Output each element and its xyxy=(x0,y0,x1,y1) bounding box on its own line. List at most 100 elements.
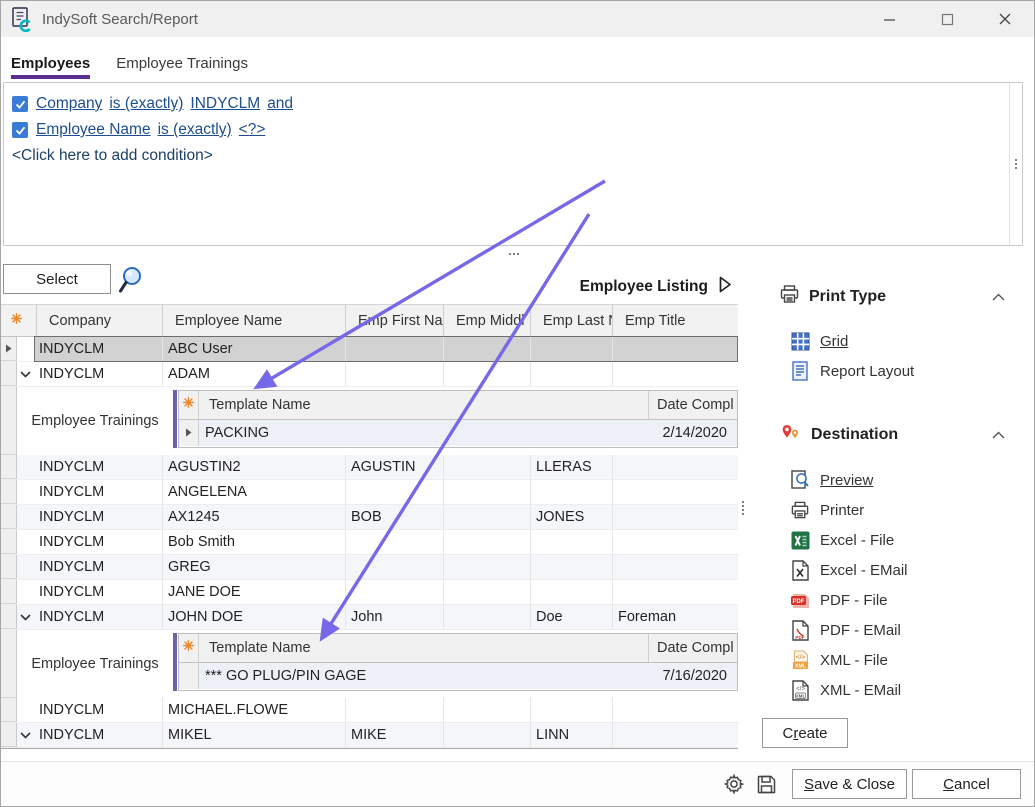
pdf-file-icon: PDF xyxy=(790,591,810,609)
search-icon[interactable] xyxy=(117,265,144,299)
destination-xml-file[interactable]: </>XMLXML - File xyxy=(790,645,1020,675)
column-header-template-name[interactable]: Template Name xyxy=(199,634,649,662)
minimize-button[interactable] xyxy=(860,1,918,37)
create-button[interactable]: Create xyxy=(762,718,848,748)
column-header-date-completed[interactable]: Date Compl xyxy=(649,391,737,419)
cell-title xyxy=(613,480,738,504)
table-row-bob-smith[interactable]: INDYCLMBob Smith xyxy=(1,530,738,555)
cell-first: John xyxy=(346,605,444,629)
cell-name: ABC User xyxy=(163,337,346,361)
destination-printer[interactable]: Printer xyxy=(790,495,1020,525)
collapse-row-icon[interactable] xyxy=(17,605,34,629)
print-type-grid[interactable]: Grid xyxy=(790,326,1020,356)
tab-employees[interactable]: Employees xyxy=(11,51,90,77)
condition-panel-menu[interactable] xyxy=(1009,83,1022,245)
svg-text:</>: </> xyxy=(796,686,805,692)
column-header-emp-last-n[interactable]: Emp Last N xyxy=(531,305,613,336)
vertical-splitter[interactable] xyxy=(742,501,744,515)
excel-file-icon xyxy=(790,531,810,550)
table-row-jane-doe[interactable]: INDYCLMJANE DOE xyxy=(1,580,738,605)
column-header-employee-name[interactable]: Employee Name xyxy=(163,305,346,336)
xml-email-icon: </>XML xyxy=(790,680,810,701)
collapse-destination-icon[interactable] xyxy=(992,426,1005,444)
indysoft-search-report-window: IndySoft Search/Report EmployeesEmployee… xyxy=(0,0,1035,807)
cell-last xyxy=(531,698,613,722)
destination-pdf-file[interactable]: PDFPDF - File xyxy=(790,585,1020,615)
cell-middle xyxy=(444,362,531,386)
cell-company: INDYCLM xyxy=(34,530,163,554)
cell-middle xyxy=(444,580,531,604)
cell-template-name: *** GO PLUG/PIN GAGE xyxy=(199,663,649,689)
cell-company: INDYCLM xyxy=(34,455,163,479)
destination-title: Destination xyxy=(811,426,992,444)
tab-employee-trainings[interactable]: Employee Trainings xyxy=(116,51,248,77)
gear-icon[interactable] xyxy=(718,773,750,795)
destination-excel-file[interactable]: Excel - File xyxy=(790,525,1020,555)
column-header-emp-title[interactable]: Emp Title xyxy=(613,305,738,336)
row-indicator xyxy=(1,455,17,479)
subgrid-header: Template NameDate Compl xyxy=(179,634,737,663)
column-header-date-completed[interactable]: Date Compl xyxy=(649,634,737,662)
cancel-button[interactable]: Cancel xyxy=(912,769,1021,799)
table-row-john-doe[interactable]: INDYCLMJOHN DOEJohnDoeForeman xyxy=(1,605,738,630)
condition-link-is-exactly[interactable]: is (exactly) xyxy=(158,121,232,139)
row-expander xyxy=(17,555,34,579)
destination-preview[interactable]: Preview xyxy=(790,465,1020,495)
condition-link-company[interactable]: Company xyxy=(36,95,102,113)
table-row-agustin2[interactable]: INDYCLMAGUSTIN2AGUSTINLLERAS xyxy=(1,455,738,480)
play-icon[interactable] xyxy=(717,275,733,299)
table-row-angelena[interactable]: INDYCLMANGELENA xyxy=(1,480,738,505)
horizontal-splitter[interactable] xyxy=(509,253,519,255)
table-row-mikel[interactable]: INDYCLMMIKELMIKELINN xyxy=(1,723,738,748)
cell-name: ANGELENA xyxy=(163,480,346,504)
row-indicator xyxy=(1,480,17,504)
column-header-company[interactable]: Company xyxy=(37,305,163,336)
print-type-title: Print Type xyxy=(809,288,992,306)
column-header-emp-first-nar[interactable]: Emp First Nar xyxy=(346,305,444,336)
table-row-adam[interactable]: INDYCLMADAM xyxy=(1,362,738,387)
xml-file-icon: </>XML xyxy=(790,650,810,670)
collapse-row-icon[interactable] xyxy=(17,362,34,386)
destination-xml-email[interactable]: </>XMLXML - EMail xyxy=(790,675,1020,705)
cell-last: Doe xyxy=(531,605,613,629)
condition-link-[interactable]: <?> xyxy=(239,121,266,139)
condition-link-is-exactly[interactable]: is (exactly) xyxy=(109,95,183,113)
condition-link-and[interactable]: and xyxy=(267,95,293,113)
save-icon[interactable] xyxy=(750,774,782,795)
cell-middle xyxy=(444,337,531,361)
condition-checkbox[interactable] xyxy=(12,122,28,138)
training-row-go-plug-pin-gage[interactable]: *** GO PLUG/PIN GAGE7/16/2020 xyxy=(179,663,737,689)
chevron-down-icon xyxy=(20,727,31,743)
cell-title xyxy=(613,337,738,361)
save-close-button[interactable]: Save & Close xyxy=(792,769,907,799)
select-button[interactable]: Select xyxy=(3,264,111,294)
table-row-greg[interactable]: INDYCLMGREG xyxy=(1,555,738,580)
collapse-row-icon[interactable] xyxy=(17,723,34,747)
row-expander xyxy=(17,698,34,722)
destination-excel-email[interactable]: Excel - EMail xyxy=(790,555,1020,585)
table-row-abc-user[interactable]: INDYCLMABC User xyxy=(1,337,738,362)
condition-checkbox[interactable] xyxy=(12,96,28,112)
print-type-items: GridReport Layout xyxy=(790,326,1020,386)
add-condition-link[interactable]: <Click here to add condition> xyxy=(12,143,1002,169)
window-controls xyxy=(860,1,1034,37)
row-indicator xyxy=(1,530,17,554)
preview-icon xyxy=(790,470,810,491)
column-header-emp-middl[interactable]: Emp Middl xyxy=(444,305,531,336)
destination-pdf-email[interactable]: PDFPDF - EMail xyxy=(790,615,1020,645)
collapse-print-type-icon[interactable] xyxy=(992,288,1005,306)
condition-link-indyclm[interactable]: INDYCLM xyxy=(190,95,260,113)
column-header-template-name[interactable]: Template Name xyxy=(199,391,649,419)
maximize-button[interactable] xyxy=(918,1,976,37)
print-type-report-layout[interactable]: Report Layout xyxy=(790,356,1020,386)
cell-first: AGUSTIN xyxy=(346,455,444,479)
condition-link-employee-name[interactable]: Employee Name xyxy=(36,121,151,139)
row-indicator xyxy=(1,387,17,455)
table-row-michael-flowe[interactable]: INDYCLMMICHAEL.FLOWE xyxy=(1,698,738,723)
row-expander xyxy=(17,530,34,554)
cell-company: INDYCLM xyxy=(34,337,163,361)
table-row-ax1245[interactable]: INDYCLMAX1245BOBJONES xyxy=(1,505,738,530)
close-button[interactable] xyxy=(976,1,1034,37)
listing-header: Employee Listing xyxy=(501,275,733,299)
training-row-packing[interactable]: PACKING2/14/2020 xyxy=(179,420,737,446)
